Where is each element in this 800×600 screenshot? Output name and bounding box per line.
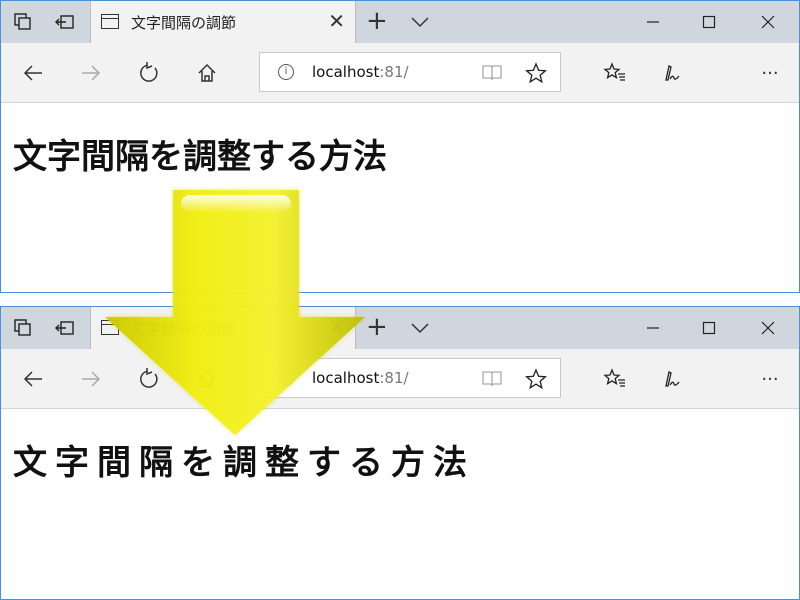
set-aside-tabs-icon[interactable] [47,307,83,349]
tab-title: 文字間隔の調節 [131,14,237,32]
close-icon[interactable]: ✕ [328,9,345,33]
tab-title: 文字間隔の調節 [131,320,237,338]
browser-window-after: 文字間隔の調節 ✕ + i localhost:81/ ··· 文字間隔を調整す… [0,306,800,600]
page-icon [101,14,119,29]
info-icon[interactable]: i [278,370,294,386]
address-bar[interactable]: i localhost:81/ [259,358,561,398]
forward-icon[interactable] [69,43,113,103]
favorites-hub-icon[interactable] [593,349,637,409]
page-icon [101,320,119,335]
reading-view-icon[interactable] [478,59,506,87]
set-aside-tabs-icon[interactable] [47,1,83,43]
navigation-bar: i localhost:81/ ··· [1,349,799,409]
plus-icon[interactable]: + [366,6,388,36]
chevron-down-icon[interactable] [409,317,431,339]
favorite-star-icon[interactable] [522,365,550,393]
url-port: :81/ [379,369,409,387]
home-icon[interactable] [185,43,229,103]
title-bar: 文字間隔の調節 ✕ + [1,1,799,43]
page-heading: 文字間隔を調整する方法 [13,137,387,177]
tab-overview-icon[interactable] [5,1,41,43]
back-icon[interactable] [11,43,55,103]
browser-window-before: 文字間隔の調節 ✕ + i localhost:81/ ··· 文字間隔を調整す… [0,0,800,293]
more-icon[interactable]: ··· [748,43,792,103]
maximize-icon[interactable] [684,307,734,349]
minimize-icon[interactable] [628,307,678,349]
pen-icon[interactable] [649,43,693,103]
chevron-down-icon[interactable] [409,11,431,33]
tab-overview-icon[interactable] [5,307,41,349]
minimize-icon[interactable] [628,1,678,43]
forward-icon[interactable] [69,349,113,409]
close-window-icon[interactable] [743,1,793,43]
plus-icon[interactable]: + [366,312,388,342]
favorites-hub-icon[interactable] [593,43,637,103]
navigation-bar: i localhost:81/ ··· [1,43,799,103]
tab-active[interactable]: 文字間隔の調節 ✕ [90,307,356,349]
url-text[interactable]: localhost:81/ [312,63,409,81]
back-icon[interactable] [11,349,55,409]
maximize-icon[interactable] [684,1,734,43]
refresh-icon[interactable] [127,43,171,103]
info-icon[interactable]: i [278,64,294,80]
page-content: 文字間隔を調整する方法 [1,103,799,292]
refresh-icon[interactable] [127,349,171,409]
address-bar[interactable]: i localhost:81/ [259,52,561,92]
close-icon[interactable]: ✕ [328,315,345,339]
pen-icon[interactable] [649,349,693,409]
url-host: localhost [312,63,380,81]
url-host: localhost [312,369,380,387]
home-icon[interactable] [185,349,229,409]
tab-active[interactable]: 文字間隔の調節 ✕ [90,1,356,43]
page-heading-spaced: 文字間隔を調整する方法 [13,443,475,483]
title-bar: 文字間隔の調節 ✕ + [1,307,799,349]
page-content: 文字間隔を調整する方法 [1,409,799,599]
reading-view-icon[interactable] [478,365,506,393]
close-window-icon[interactable] [743,307,793,349]
url-text[interactable]: localhost:81/ [312,369,409,387]
favorite-star-icon[interactable] [522,59,550,87]
url-port: :81/ [379,63,409,81]
more-icon[interactable]: ··· [748,349,792,409]
